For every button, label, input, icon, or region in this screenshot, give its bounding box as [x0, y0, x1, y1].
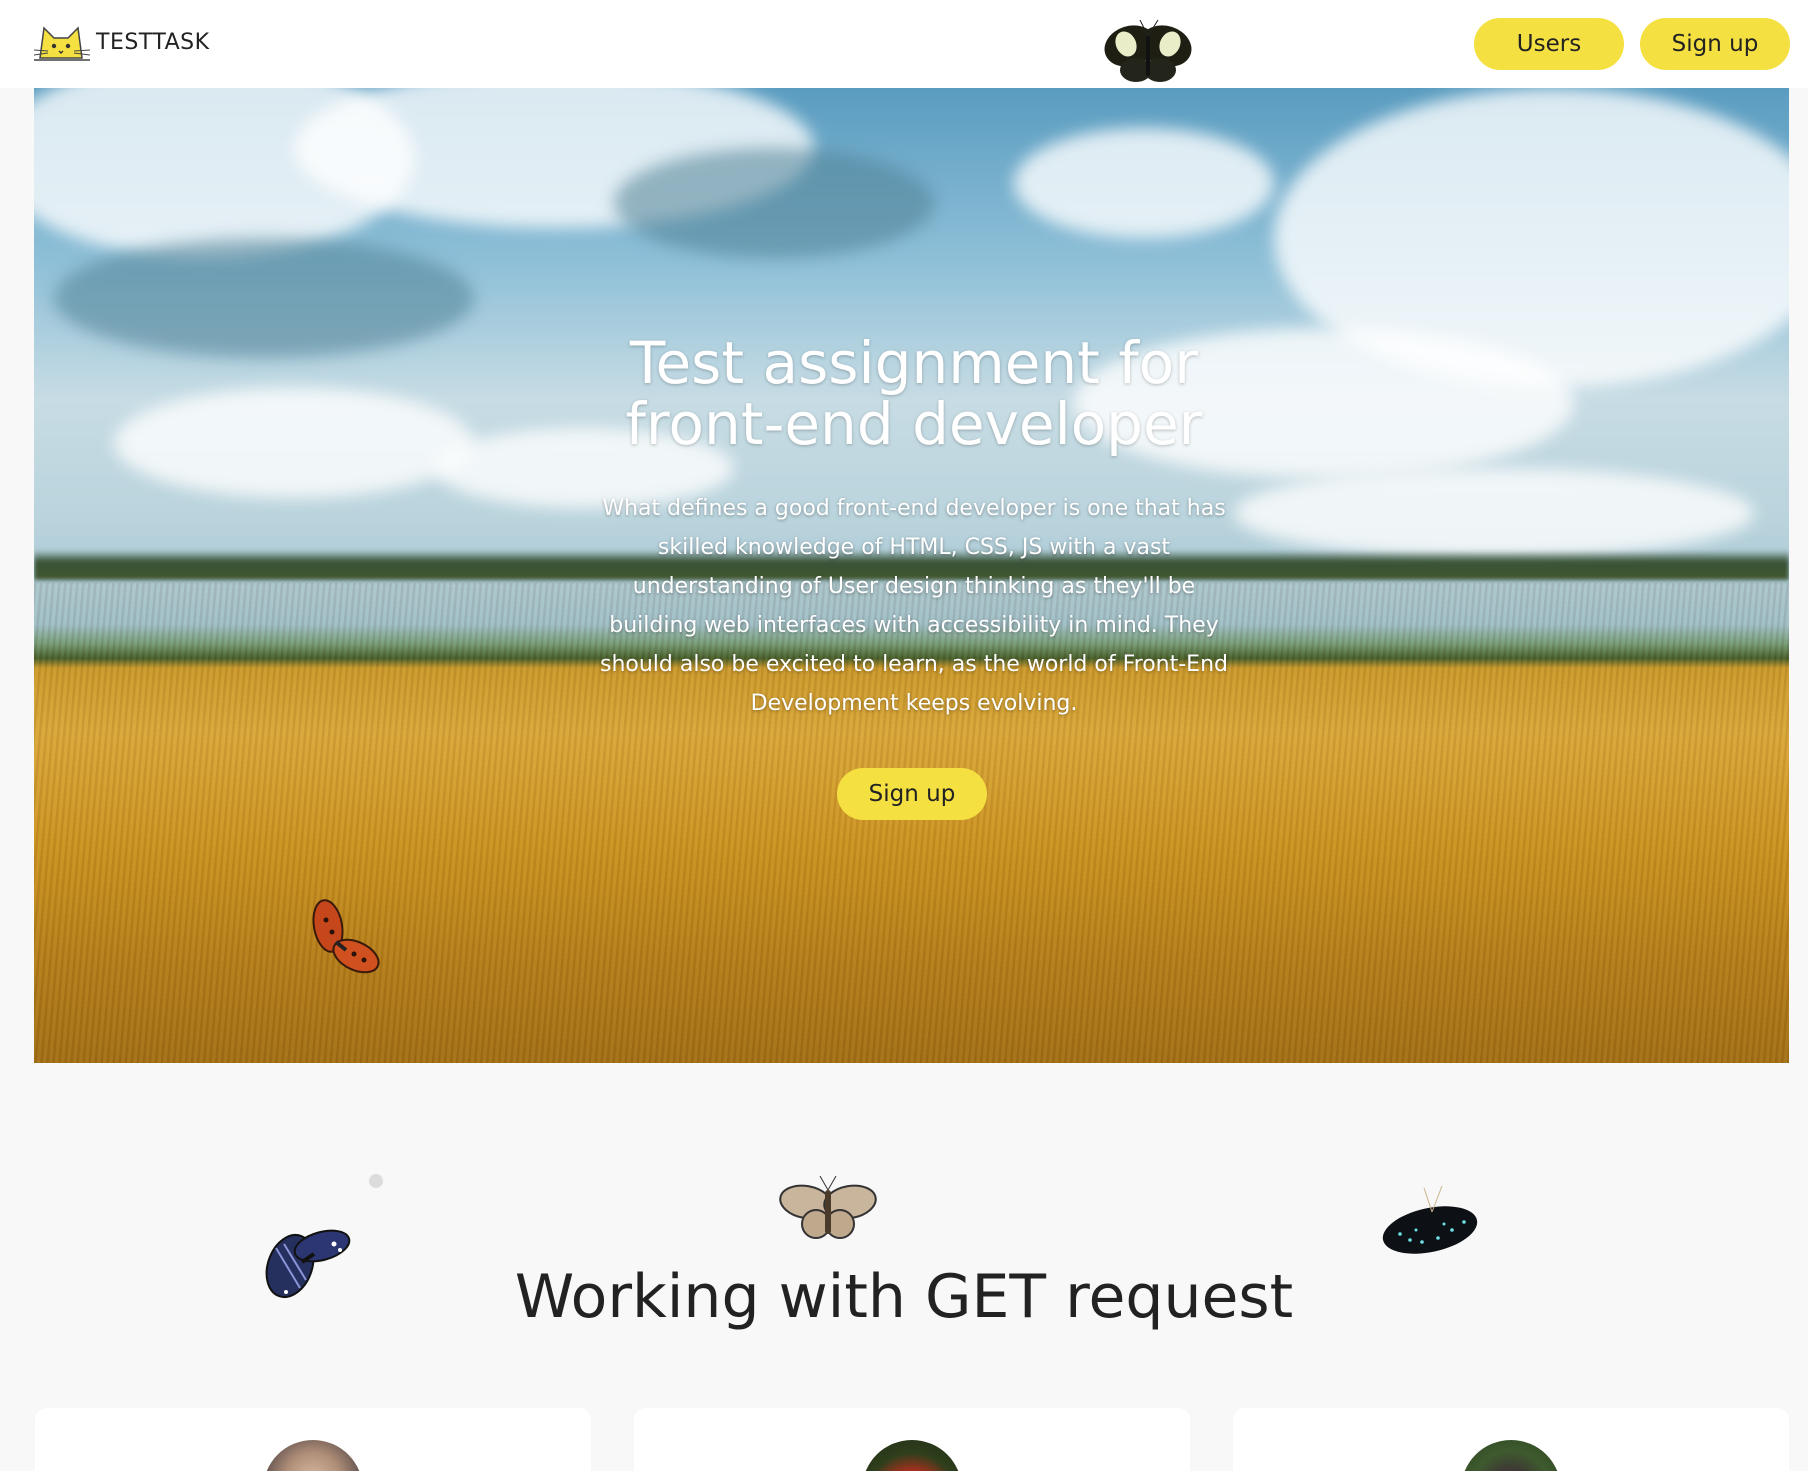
user-card [634, 1408, 1190, 1471]
logo[interactable]: TESTTASK [34, 22, 210, 62]
butterfly-icon [779, 1176, 877, 1239]
hero-title: Test assignment for front-end developer [594, 333, 1234, 455]
hero-content: Test assignment for front-end developer … [594, 333, 1234, 723]
cloud [54, 238, 474, 358]
user-avatar [1461, 1440, 1561, 1471]
hero-description: What defines a good front-end developer … [600, 496, 1228, 716]
butterfly-icon [312, 899, 380, 974]
hero-banner: Test assignment for front-end developer … [34, 88, 1789, 1063]
hero-signup-button[interactable]: Sign up [837, 768, 987, 820]
section-title: Working with GET request [514, 1262, 1294, 1332]
logo-text: TESTTASK [96, 29, 210, 55]
cloud [114, 388, 474, 498]
user-avatar [862, 1440, 962, 1471]
cloud [1234, 468, 1754, 558]
butterfly-icon [1382, 1185, 1478, 1254]
butterfly-icon [1104, 19, 1192, 82]
user-avatar [263, 1440, 363, 1471]
cloud [614, 148, 934, 258]
top-header: TESTTASK Users Sign up [0, 0, 1808, 88]
nav-users-button[interactable]: Users [1474, 18, 1624, 70]
hero-title-line1: Test assignment for [629, 329, 1199, 397]
user-card [35, 1408, 591, 1471]
cat-logo-icon [34, 26, 90, 61]
nav-signup-button[interactable]: Sign up [1640, 18, 1790, 70]
hero-title-line2: front-end developer [625, 390, 1203, 458]
user-card [1233, 1408, 1789, 1471]
cloud [1014, 128, 1274, 238]
decorative-dot [369, 1174, 383, 1188]
